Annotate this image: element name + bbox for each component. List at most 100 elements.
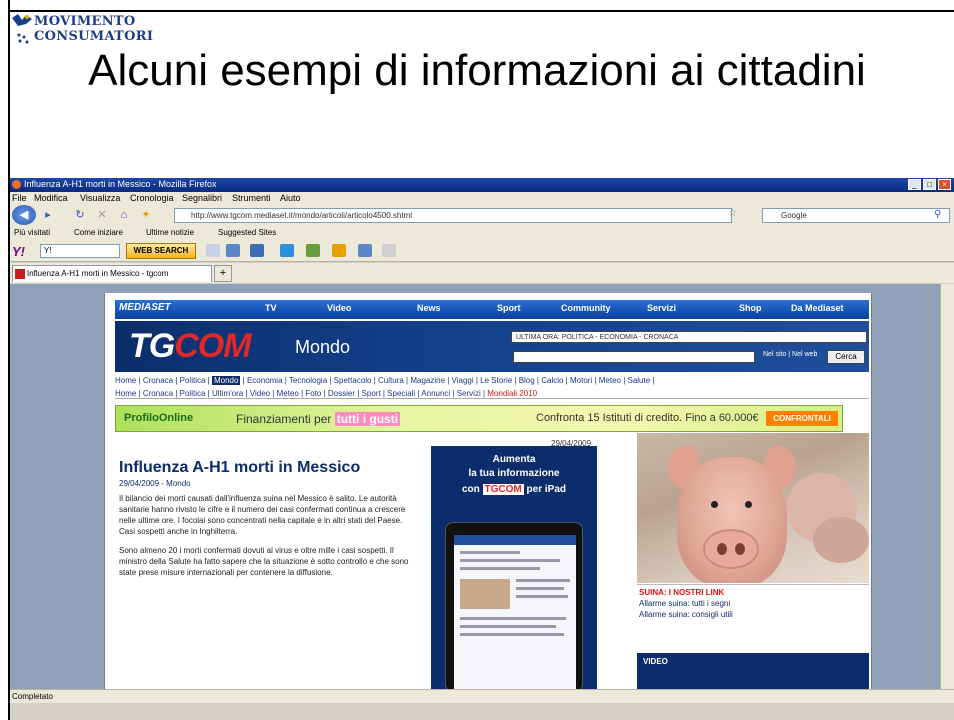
nav-tv[interactable]: TV <box>265 303 277 313</box>
toolbar-icon-2[interactable] <box>226 244 240 257</box>
page-viewport: MEDIASET TV Video News Sport Community S… <box>10 284 954 689</box>
nav-servizi[interactable]: Servizi <box>647 303 676 313</box>
toolbar-icon-1[interactable] <box>206 244 220 257</box>
nav-community[interactable]: Community <box>561 303 611 313</box>
related-link-1[interactable]: Allarme suina: tutti i segni <box>639 598 867 609</box>
menu-modifica[interactable]: Modifica <box>34 193 68 203</box>
nav-da-mediaset[interactable]: Da Mediaset <box>791 303 844 313</box>
nav-shop[interactable]: Shop <box>739 303 762 313</box>
bookmark-piu-visitati[interactable]: Più visitati <box>14 228 50 237</box>
search-scope[interactable]: Nel sito | Nel web <box>763 351 817 358</box>
promo-tgcom: TGCOM <box>482 484 524 495</box>
ipad-screen-bar <box>454 535 576 545</box>
maximize-button[interactable]: □ <box>923 179 936 190</box>
section-nav-primary-links[interactable]: Home | Cronaca | Politica | <box>115 376 210 385</box>
pig-eye-right <box>745 501 752 508</box>
menu-cronologia[interactable]: Cronologia <box>130 193 174 203</box>
ipad-line <box>460 625 556 628</box>
toolbar-icon-6[interactable] <box>332 244 346 257</box>
ipad-line <box>516 595 568 598</box>
status-text: Completato <box>12 692 53 701</box>
nav-news[interactable]: News <box>417 303 441 313</box>
close-window-button[interactable]: × <box>938 179 951 190</box>
home-icon[interactable]: ⌂ <box>116 207 132 223</box>
tgcom-page: MEDIASET TV Video News Sport Community S… <box>104 293 872 689</box>
stop-icon[interactable]: ✕ <box>94 207 110 223</box>
mediaset-logo[interactable]: MEDIASET <box>119 302 171 313</box>
video-box[interactable]: VIDEO <box>637 653 869 689</box>
firefox-icon <box>12 180 21 189</box>
ipad-promo[interactable]: Aumenta la tua informazione con TGCOM pe… <box>431 446 597 689</box>
banner-offer: Confronta 15 Istituti di credito. Fino a… <box>536 412 759 424</box>
toolbar-icon-7[interactable] <box>358 244 372 257</box>
status-bar: Completato <box>10 689 954 703</box>
browser-screenshot: Influenza A-H1 morti in Messico - Mozill… <box>10 178 954 720</box>
bookmark-suggested-sites[interactable]: Suggested Sites <box>218 228 276 237</box>
section-nav-mondiali[interactable]: Mondiali 2010 <box>487 389 537 398</box>
section-nav-primary-rest[interactable]: | Economia | Tecnologia | Spettacolo | C… <box>243 376 655 385</box>
tgcom-logo[interactable]: TGCOM <box>129 327 252 366</box>
promo-con: con <box>461 484 480 495</box>
ad-banner[interactable]: ProfiloOnline Finanziamenti per tutti i … <box>115 405 843 432</box>
related-links: SUINA: I NOSTRI LINK Allarme suina: tutt… <box>639 587 867 620</box>
tab-bar: Influenza A-H1 morti in Messico - tgcom … <box>10 263 954 283</box>
minimize-button[interactable]: _ <box>908 179 921 190</box>
yahoo-search-input[interactable]: Y! <box>40 244 120 258</box>
ipad-line <box>460 551 520 554</box>
slide-border-top <box>8 10 954 12</box>
bookmark-ultime-notizie[interactable]: Ultime notizie <box>146 228 194 237</box>
yahoo-web-search-button[interactable]: WEB SEARCH <box>126 243 196 259</box>
related-link-2[interactable]: Allarme suina: consigli utili <box>639 609 867 620</box>
slide-title: Alcuni esempi di informazioni ai cittadi… <box>88 46 866 95</box>
article-meta: 29/04/2009 - Mondo <box>119 479 191 488</box>
site-search-input[interactable] <box>513 351 755 363</box>
reload-icon[interactable]: ↻ <box>72 207 88 223</box>
search-bar[interactable]: Google <box>762 208 950 223</box>
pig-eye-left <box>711 501 718 508</box>
tab-label: Influenza A-H1 morti in Messico - tgcom <box>27 269 169 278</box>
url-star-icon[interactable]: ☆ <box>728 208 737 219</box>
menu-strumenti[interactable]: Strumenti <box>232 193 271 203</box>
toolbar-icon-3[interactable] <box>250 244 264 257</box>
url-bar[interactable]: http://www.tgcom.mediaset.it/mondo/artic… <box>174 208 732 223</box>
logo-dots-icon <box>17 33 29 44</box>
section-nav-primary: Home | Cronaca | Politica | Mondo | Econ… <box>115 375 869 386</box>
site-search-button[interactable]: Cerca <box>827 350 865 364</box>
new-tab-button[interactable]: + <box>214 265 232 282</box>
back-button[interactable]: ◀ <box>12 205 36 225</box>
nav-video[interactable]: Video <box>327 303 351 313</box>
article-paragraph-2: Sono almeno 20 i morti confermati dovuti… <box>119 546 409 577</box>
banner-highlight: tutti i gusti <box>334 412 401 426</box>
tab-favicon-icon <box>15 269 25 279</box>
logo-text-line1: MOVIMENTO <box>34 14 136 29</box>
ipad-line <box>460 559 560 562</box>
bookmark-come-iniziare[interactable]: Come iniziare <box>74 228 123 237</box>
forward-button[interactable]: ▸ <box>40 207 56 223</box>
tab-influenza[interactable]: Influenza A-H1 morti in Messico - tgcom <box>12 265 212 282</box>
promo-line-2: la tua informazione <box>468 468 560 479</box>
banner-brand: ProfiloOnline <box>124 412 194 424</box>
menu-visualizza[interactable]: Visualizza <box>80 193 120 203</box>
toolbar-icon-4[interactable] <box>280 244 294 257</box>
menu-aiuto[interactable]: Aiuto <box>280 193 301 203</box>
nav-sport[interactable]: Sport <box>497 303 521 313</box>
promo-line-3: con TGCOM per iPad <box>431 484 597 495</box>
menu-file[interactable]: File <box>12 193 27 203</box>
bookmark-star-icon[interactable]: ✦ <box>138 207 154 223</box>
ipad-line <box>516 579 570 582</box>
banner-cta-button[interactable]: CONFRONTALI <box>766 411 838 426</box>
pig-photo[interactable] <box>637 433 869 583</box>
promo-line-1: Aumenta <box>492 454 536 465</box>
news-ticker[interactable]: ULTIMA ORA: POLITICA - ECONOMIA - CRONAC… <box>511 331 867 343</box>
tgcom-logo-com: COM <box>174 327 251 365</box>
search-icon[interactable]: ⚲ <box>934 209 941 220</box>
toolbar-icon-8[interactable] <box>382 244 396 257</box>
slide: MOVIMENTO CONSUMATORI Alcuni esempi di i… <box>0 0 954 720</box>
pig-snout <box>703 529 759 569</box>
video-label: VIDEO <box>643 657 668 666</box>
section-nav-secondary-links[interactable]: Home | Cronaca | Politica | Ultim'ora | … <box>115 389 485 398</box>
section-nav-active[interactable]: Mondo <box>211 376 241 385</box>
menu-segnalibri[interactable]: Segnalibri <box>182 193 222 203</box>
vertical-scrollbar[interactable] <box>940 284 954 689</box>
toolbar-icon-5[interactable] <box>306 244 320 257</box>
